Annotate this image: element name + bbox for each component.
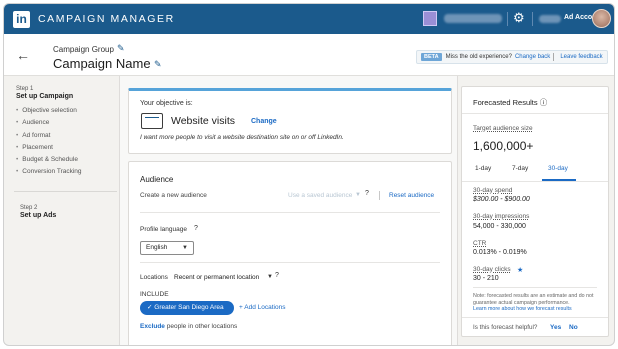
divider xyxy=(140,212,440,213)
top-bar: in CAMPAIGN MANAGER ⚙ Ad Account xyxy=(4,4,614,34)
divider xyxy=(379,191,380,200)
step2[interactable]: Step 2 Set up Ads xyxy=(20,205,56,219)
include-label: INCLUDE xyxy=(140,291,169,298)
profile-language-value: English xyxy=(146,244,168,251)
ad-account-id-blurred xyxy=(539,15,561,23)
spend-value: $300.00 - $900.00 xyxy=(473,196,530,203)
clicks-value: 30 - 210 xyxy=(473,275,499,282)
reset-audience-link[interactable]: Reset audience xyxy=(389,192,434,199)
forecast-learn-more-link[interactable]: Learn more about how we forecast results xyxy=(473,306,572,312)
clicks-label: 30-day clicks xyxy=(473,266,511,273)
profile-language-select[interactable]: English ▼ xyxy=(140,241,194,255)
campaign-name: Campaign Name xyxy=(53,56,151,71)
divider xyxy=(507,12,508,26)
saved-audience-dropdown[interactable]: Use a saved audience xyxy=(288,192,352,199)
divider xyxy=(140,262,440,263)
main-panel: Your objective is: Website visits Change… xyxy=(119,76,458,345)
beta-question: Miss the old experience? xyxy=(445,54,512,60)
location-chip[interactable]: ✓ Greater San Diego Area xyxy=(140,301,234,315)
beta-badge: BETA xyxy=(421,53,442,61)
locations-label: Locations xyxy=(140,274,168,281)
step-title[interactable]: Set up Campaign xyxy=(16,93,116,100)
gear-icon[interactable]: ⚙ xyxy=(513,11,527,25)
edit-name-pencil-icon[interactable]: ✎ xyxy=(154,59,162,70)
step-item-conversion[interactable]: Conversion Tracking xyxy=(16,166,116,178)
forecast-panel: Forecasted Results ⓘ Target audience siz… xyxy=(461,86,609,337)
divider xyxy=(532,12,533,26)
forecast-no-button[interactable]: No xyxy=(569,324,578,331)
forecast-note-text: Note: forecasted results are an estimate… xyxy=(473,293,594,306)
objective-description: I want more people to visit a website de… xyxy=(140,134,344,141)
ctr-value: 0.013% - 0.019% xyxy=(473,249,527,256)
exclude-text: people in other locations xyxy=(166,323,238,330)
help-icon[interactable]: ⓘ xyxy=(540,98,548,107)
step-nav: Step 1 Set up Campaign Objective selecti… xyxy=(16,86,116,179)
forecast-helpful-question: Is this forecast helpful? xyxy=(473,324,538,331)
impressions-value: 54,000 - 330,000 xyxy=(473,223,526,230)
divider xyxy=(462,181,608,182)
objective-title: Website visits xyxy=(171,115,235,127)
step-list: Objective selection Audience Ad format P… xyxy=(16,105,116,179)
divider xyxy=(14,191,117,192)
chevron-down-icon: ▼ xyxy=(355,192,361,198)
divider xyxy=(473,287,597,288)
forecast-title: Forecasted Results ⓘ xyxy=(473,97,547,108)
change-back-link[interactable]: Change back xyxy=(515,54,550,60)
campaign-header: ← Campaign Group ✎ Campaign Name ✎ BETA … xyxy=(4,34,614,76)
step-number: Step 2 xyxy=(20,205,38,211)
step-item-budget[interactable]: Budget & Schedule xyxy=(16,154,116,166)
spend-label: 30-day spend xyxy=(473,187,513,194)
tab-7-day[interactable]: 7-day xyxy=(512,165,528,172)
step-item-ad-format[interactable]: Ad format xyxy=(16,130,116,142)
objective-card: Your objective is: Website visits Change… xyxy=(128,88,452,154)
app-window: in CAMPAIGN MANAGER ⚙ Ad Account ← Campa… xyxy=(3,3,615,346)
target-audience-label: Target audience size xyxy=(473,125,533,132)
divider xyxy=(553,53,555,61)
target-audience-value: 1,600,000+ xyxy=(473,139,534,153)
star-icon: ★ xyxy=(517,267,524,274)
campaign-group-label: Campaign Group xyxy=(53,45,114,54)
step-item-objective[interactable]: Objective selection xyxy=(16,105,116,117)
exclude-row: Exclude people in other locations xyxy=(140,323,237,330)
forecast-note: Note: forecasted results are an estimate… xyxy=(473,293,603,313)
divider xyxy=(462,317,608,318)
linkedin-logo[interactable]: in xyxy=(13,11,30,28)
objective-label: Your objective is: xyxy=(140,100,193,107)
profile-language-label: Profile language xyxy=(140,226,187,233)
help-icon[interactable]: ? xyxy=(365,190,369,197)
beta-banner: BETA Miss the old experience? Change bac… xyxy=(416,50,608,64)
back-arrow-icon[interactable]: ← xyxy=(16,47,30,63)
account-name-blurred[interactable] xyxy=(444,14,502,23)
forecast-title-text: Forecasted Results xyxy=(473,98,538,107)
audience-title: Audience xyxy=(140,175,174,184)
ctr-label: CTR xyxy=(473,240,487,247)
chevron-down-icon: ▼ xyxy=(182,245,188,251)
website-visits-icon xyxy=(141,113,163,129)
help-icon[interactable]: ? xyxy=(194,225,198,232)
impressions-label: 30-day impressions xyxy=(473,213,530,220)
forecast-yes-button[interactable]: Yes xyxy=(550,324,561,331)
avatar[interactable] xyxy=(592,9,611,28)
edit-group-pencil-icon[interactable]: ✎ xyxy=(117,43,125,54)
exclude-link[interactable]: Exclude xyxy=(140,323,165,330)
step-title: Set up Ads xyxy=(20,212,57,219)
leave-feedback-link[interactable]: Leave feedback xyxy=(560,54,602,60)
create-audience-label: Create a new audience xyxy=(140,192,207,199)
add-locations-button[interactable]: + Add Locations xyxy=(239,304,285,311)
step-number: Step 1 xyxy=(16,86,34,92)
help-icon[interactable]: ? xyxy=(275,272,279,279)
audience-card: Audience Create a new audience Use a sav… xyxy=(128,161,452,345)
add-locations-label: Add Locations xyxy=(244,304,286,311)
location-chip-label: Greater San Diego Area xyxy=(154,304,224,311)
account-icon[interactable] xyxy=(423,11,437,26)
change-objective-link[interactable]: Change xyxy=(251,118,277,125)
step-item-placement[interactable]: Placement xyxy=(16,142,116,154)
tab-1-day[interactable]: 1-day xyxy=(475,165,491,172)
app-title: CAMPAIGN MANAGER xyxy=(38,13,175,25)
tab-30-day[interactable]: 30-day xyxy=(548,165,568,172)
location-type-dropdown[interactable]: Recent or permanent location xyxy=(174,274,259,281)
divider xyxy=(462,113,608,114)
chevron-down-icon: ▼ xyxy=(267,274,273,280)
step-item-audience[interactable]: Audience xyxy=(16,117,116,129)
